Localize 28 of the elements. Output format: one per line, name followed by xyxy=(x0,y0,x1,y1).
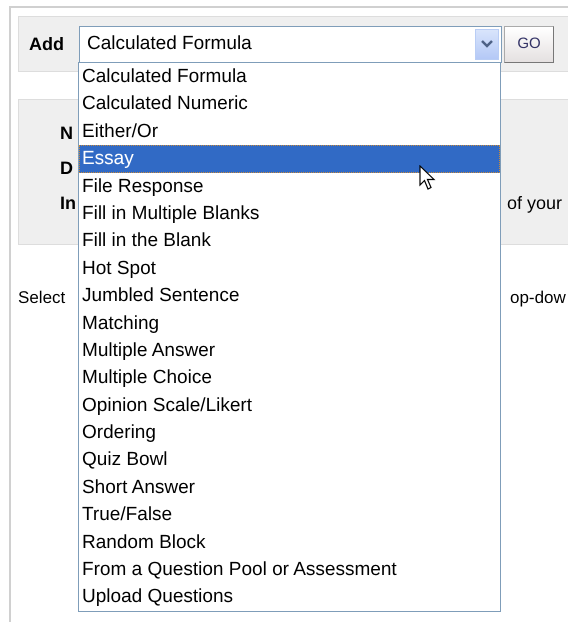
dropdown-option[interactable]: Matching xyxy=(79,310,500,337)
question-type-select[interactable]: Calculated Formula xyxy=(79,26,502,62)
dropdown-option[interactable]: Random Block xyxy=(79,528,500,556)
instruction-text: op-dow xyxy=(510,287,566,309)
dropdown-option[interactable]: Calculated Formula xyxy=(79,63,500,90)
dropdown-option[interactable]: Fill in the Blank xyxy=(79,227,500,255)
add-label: Add xyxy=(29,32,65,56)
dropdown-option[interactable]: Opinion Scale/Likert xyxy=(79,392,500,420)
mouse-cursor-icon xyxy=(419,165,437,191)
description-text: of your xyxy=(507,192,562,215)
instruction-text: Select xyxy=(18,287,66,309)
dropdown-option[interactable]: From a Question Pool or Assessment xyxy=(79,556,500,584)
dropdown-option[interactable]: Ordering xyxy=(79,419,500,446)
dropdown-option[interactable]: Upload Questions xyxy=(79,583,500,611)
field-label: D xyxy=(59,157,74,180)
dropdown-option[interactable]: Essay xyxy=(79,145,500,173)
dropdown-option[interactable]: Calculated Numeric xyxy=(79,90,500,118)
dropdown-option[interactable]: Quiz Bowl xyxy=(79,446,500,474)
dropdown-option[interactable]: Either/Or xyxy=(79,118,500,146)
dropdown-option[interactable]: Multiple Choice xyxy=(79,364,500,392)
go-button[interactable]: GO xyxy=(504,26,554,62)
dropdown-option[interactable]: File Response xyxy=(79,172,500,200)
dropdown-option[interactable]: Fill in Multiple Blanks xyxy=(79,200,500,228)
dropdown-option[interactable]: True/False xyxy=(79,501,500,529)
dropdown-option[interactable]: Hot Spot xyxy=(79,254,500,282)
dropdown-option[interactable]: Short Answer xyxy=(79,474,500,502)
dropdown-option[interactable]: Multiple Answer xyxy=(79,336,500,364)
dropdown-option[interactable]: Jumbled Sentence xyxy=(79,282,500,310)
